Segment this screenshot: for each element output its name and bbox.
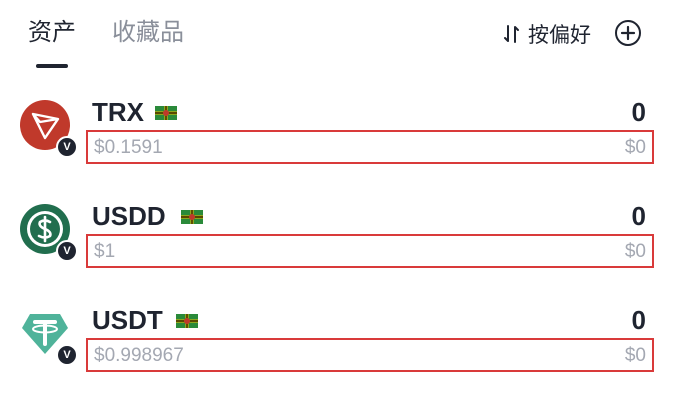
flag-icon (155, 106, 177, 120)
sort-label: 按偏好 (528, 24, 591, 47)
asset-fiat-value: $0 (624, 137, 646, 158)
price-highlight-box: $0.998967 $0 (86, 338, 654, 372)
tab-assets[interactable]: 资产 (28, 18, 76, 48)
verified-badge: V (56, 136, 78, 158)
asset-fiat-value: $0 (624, 241, 646, 262)
asset-balance: 0 (631, 201, 646, 231)
asset-row-usdd[interactable]: V USDD 0 $1 $0 (0, 196, 674, 300)
asset-price: $0.1591 (94, 137, 163, 158)
asset-price: $1 (94, 241, 116, 262)
price-highlight-box: $1 $0 (86, 234, 654, 268)
verified-badge: V (56, 240, 78, 262)
asset-symbol: USDT (92, 305, 163, 335)
asset-balance: 0 (631, 305, 646, 335)
price-highlight-box: $0.1591 $0 (86, 130, 654, 164)
plus-circle-icon[interactable] (614, 19, 642, 47)
flag-icon (181, 210, 203, 224)
sort-arrows-icon (504, 25, 519, 43)
tab-active-indicator (36, 64, 68, 68)
tab-collectibles[interactable]: 收藏品 (112, 18, 184, 48)
asset-price: $0.998967 (94, 345, 184, 366)
asset-symbol: TRX (92, 97, 144, 127)
sort-button[interactable]: 按偏好 (502, 20, 591, 48)
asset-fiat-value: $0 (624, 345, 646, 366)
asset-symbol: USDD (92, 201, 166, 231)
asset-row-trx[interactable]: V TRX 0 $0.1591 $0 (0, 92, 674, 196)
asset-balance: 0 (631, 97, 646, 127)
verified-badge: V (56, 344, 78, 366)
top-bar: 资产 收藏品 按偏好 (0, 0, 674, 80)
asset-row-usdt[interactable]: V USDT 0 $0.998967 $0 (0, 300, 674, 404)
flag-icon (176, 314, 198, 328)
